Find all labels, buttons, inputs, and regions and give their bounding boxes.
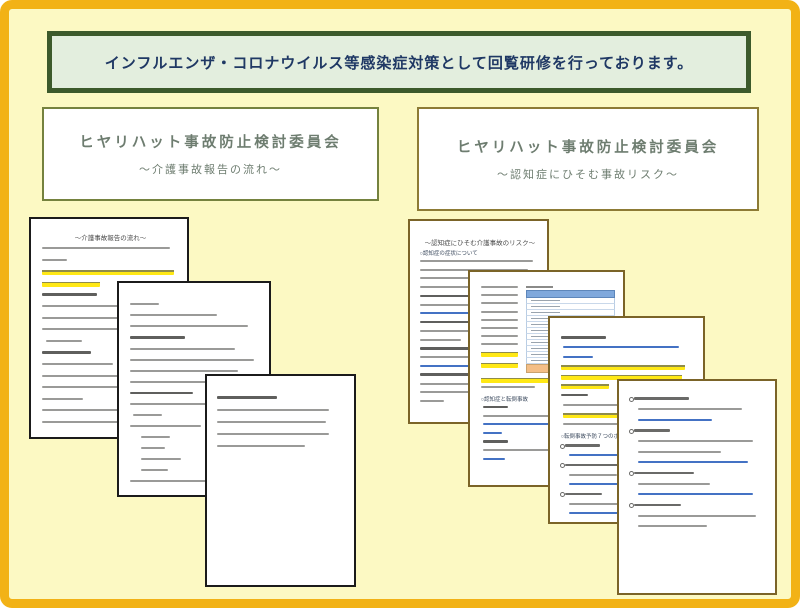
text-line <box>42 363 113 365</box>
document-page-dementia-risk-p4[interactable] <box>617 379 777 595</box>
text-line <box>42 259 67 261</box>
text-line <box>217 409 328 411</box>
text-line <box>638 525 707 527</box>
text-line <box>217 433 328 435</box>
text-line <box>141 469 167 471</box>
text-line <box>569 503 620 505</box>
text-line <box>42 293 97 296</box>
text-line <box>420 400 444 402</box>
notice-banner-text: インフルエンザ・コロナウイルス等感染症対策として回覧研修を行っております。 <box>105 52 693 73</box>
text-line <box>130 336 185 339</box>
highlighted-text-line <box>42 282 100 287</box>
text-line <box>46 340 82 342</box>
text-line <box>638 483 709 485</box>
text-line <box>481 286 518 288</box>
text-line <box>42 421 124 423</box>
text-line <box>481 343 518 345</box>
document-title: 〜認知症にひそむ介護事故のリスク〜 <box>420 237 541 247</box>
committee-title: ヒヤリハット事故防止検討委員会 <box>457 136 720 157</box>
text-line <box>481 302 518 304</box>
numbered-item-line <box>565 444 600 447</box>
text-line <box>420 295 473 298</box>
page-background: インフルエンザ・コロナウイルス等感染症対策として回覧研修を行っております。 ヒヤ… <box>0 0 800 608</box>
link-text-line <box>638 461 748 463</box>
text-line <box>42 247 170 249</box>
text-line <box>42 398 83 400</box>
text-line <box>638 451 720 453</box>
link-text-line <box>563 346 679 348</box>
text-line <box>420 347 473 350</box>
text-line <box>481 363 518 368</box>
link-text-line <box>483 458 505 460</box>
link-text-line <box>483 432 502 434</box>
numbered-item-line <box>634 397 689 400</box>
text-line <box>141 458 181 460</box>
text-line <box>130 425 201 427</box>
text-line <box>141 436 170 438</box>
text-line <box>133 414 162 416</box>
committee-box-care-report: ヒヤリハット事故防止検討委員会 〜介護事故報告の流れ〜 <box>42 107 379 201</box>
text-line <box>130 348 236 350</box>
text-line <box>42 351 91 354</box>
link-text-line <box>638 493 753 495</box>
text-line <box>561 336 607 339</box>
notice-banner: インフルエンザ・コロナウイルス等感染症対策として回覧研修を行っております。 <box>47 31 751 93</box>
committee-box-dementia-risk: ヒヤリハット事故防止検討委員会 〜認知症にひそむ事故リスク〜 <box>417 107 759 211</box>
text-line <box>638 440 753 442</box>
text-line <box>130 325 249 327</box>
text-line <box>130 392 193 395</box>
numbered-item-line <box>634 504 681 507</box>
text-line <box>638 515 756 517</box>
text-line <box>481 352 518 357</box>
text-line <box>130 359 254 361</box>
text-line <box>420 339 461 341</box>
text-line <box>483 406 507 409</box>
text-line <box>141 447 165 449</box>
text-line <box>481 311 518 313</box>
text-line <box>561 394 588 397</box>
numbered-item-line <box>634 429 670 432</box>
text-line <box>481 335 518 337</box>
text-line <box>130 303 159 305</box>
text-line <box>481 386 535 388</box>
text-line <box>638 408 742 410</box>
link-text-line <box>420 365 475 367</box>
numbered-item-line <box>565 493 603 496</box>
text-line <box>481 327 518 329</box>
text-line <box>481 294 518 296</box>
text-line <box>483 440 507 443</box>
committee-subtitle: 〜介護事故報告の流れ〜 <box>139 161 282 177</box>
highlighted-text-line <box>561 384 609 389</box>
link-text-line <box>638 419 712 421</box>
highlighted-text-line <box>561 365 685 370</box>
section-heading: ○認知症の症状について <box>420 249 541 257</box>
text-line <box>217 396 277 399</box>
committee-title: ヒヤリハット事故防止検討委員会 <box>79 131 342 152</box>
text-line <box>569 474 617 476</box>
text-line <box>130 314 217 316</box>
numbered-item-line <box>634 472 694 475</box>
document-title: 〜介護事故報告の流れ〜 <box>42 232 179 242</box>
text-line <box>217 421 326 423</box>
document-page-care-report-flow-p3[interactable] <box>205 374 356 587</box>
text-line <box>420 260 533 262</box>
text-line <box>130 370 238 372</box>
committee-subtitle: 〜認知症にひそむ事故リスク〜 <box>497 166 679 182</box>
text-line <box>481 319 518 321</box>
highlighted-text-line <box>42 270 174 275</box>
text-line <box>217 445 305 447</box>
link-text-line <box>563 356 593 358</box>
